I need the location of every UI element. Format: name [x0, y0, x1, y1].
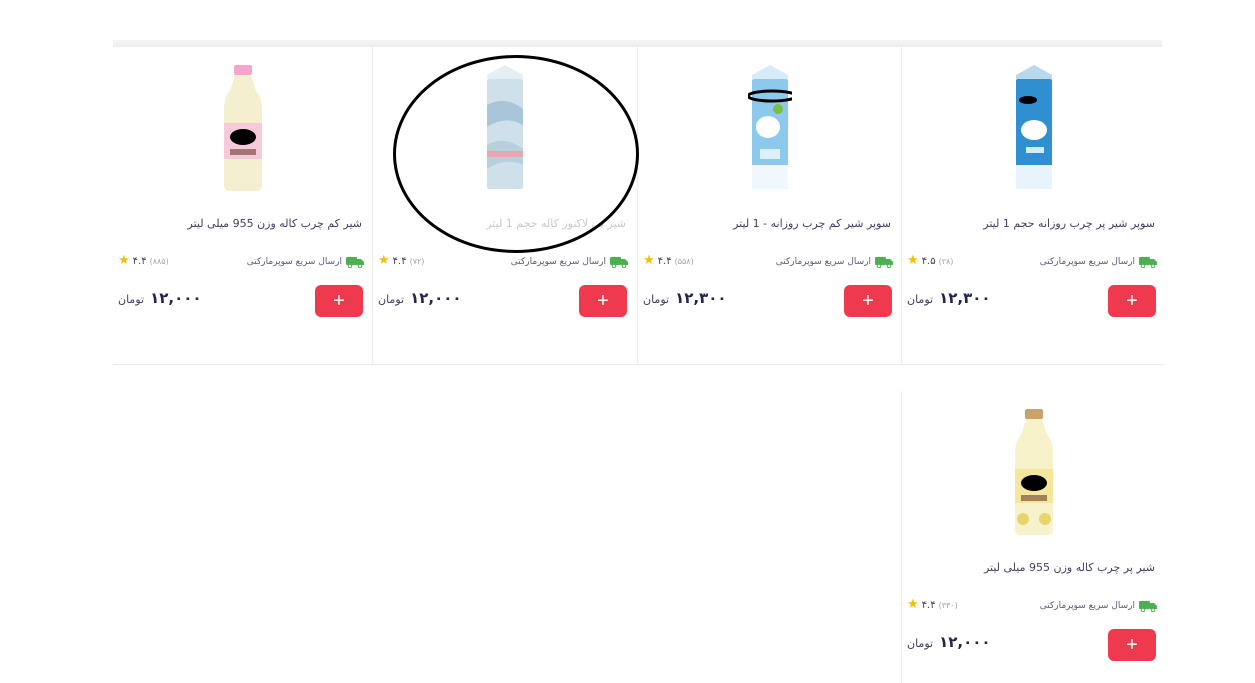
shipping-label: ارسال سریع سوپرمارکتی — [1039, 257, 1135, 267]
add-to-cart-button[interactable]: + — [579, 285, 627, 317]
shipping-info: ارسال سریع سوپرمارکتی — [1040, 256, 1157, 268]
product-rating: ★ ۴.۴ (۵۵۸) — [643, 253, 694, 268]
product-title[interactable]: سوپر شیر کم چرب روزانه - 1 لیتر — [648, 217, 891, 230]
product-image[interactable] — [902, 405, 1165, 540]
star-icon: ★ — [643, 253, 655, 268]
star-icon: ★ — [907, 253, 919, 268]
price-value: ۱۲,۰۰۰ — [150, 289, 202, 307]
price-currency: تومان — [907, 293, 934, 306]
rating-count: (۳۳۰) — [938, 600, 958, 610]
delivery-truck-icon — [346, 257, 364, 268]
delivery-truck-icon — [875, 257, 893, 268]
product-card[interactable]: سوپر شیر کم چرب روزانه - 1 لیتر ارسال سر… — [637, 47, 901, 365]
price-value: ۱۲,۳۰۰ — [675, 289, 727, 307]
price-value: ۱۲,۳۰۰ — [939, 289, 991, 307]
price-value: ۱۲,۰۰۰ — [410, 289, 462, 307]
rating-value: ۴.۴ — [132, 255, 147, 267]
product-title[interactable]: شیر کم چرب کاله وزن 955 میلی لیتر — [123, 217, 363, 230]
shipping-info: ارسال سریع سوپرمارکتی — [511, 256, 628, 268]
rating-count: (۸۸۵) — [149, 256, 169, 266]
product-rating: ★ ۴.۴ (۳۳۰) — [907, 597, 958, 612]
annotation-circle — [393, 55, 639, 253]
star-icon: ★ — [907, 597, 919, 612]
product-price: تومان ۱۲,۳۰۰ — [643, 289, 727, 307]
add-to-cart-button[interactable]: + — [315, 285, 363, 317]
rating-count: (۲۸) — [938, 256, 954, 266]
product-rating: ★ ۴.۴ (۸۸۵) — [118, 253, 169, 268]
shipping-label: ارسال سریع سوپرمارکتی — [246, 257, 342, 267]
star-icon: ★ — [118, 253, 130, 268]
shipping-label: ارسال سریع سوپرمارکتی — [510, 257, 606, 267]
delivery-truck-icon — [610, 257, 628, 268]
price-currency: تومان — [643, 293, 670, 306]
product-image[interactable] — [902, 61, 1165, 196]
rating-value: ۴.۴ — [657, 255, 672, 267]
price-currency: تومان — [907, 637, 934, 650]
shipping-info: ارسال سریع سوپرمارکتی — [776, 256, 893, 268]
product-price: تومان ۱۲,۰۰۰ — [378, 289, 462, 307]
rating-value: ۴.۴ — [392, 255, 407, 267]
product-image[interactable] — [113, 61, 372, 196]
shipping-info: ارسال سریع سوپرمارکتی — [247, 256, 364, 268]
row-divider — [113, 364, 901, 365]
product-title[interactable]: سوپر شیر پر چرب روزانه حجم 1 لیتر — [912, 217, 1155, 230]
product-rating: ★ ۴.۵ (۲۸) — [907, 253, 954, 268]
add-to-cart-button[interactable]: + — [1108, 285, 1156, 317]
delivery-truck-icon — [1139, 257, 1157, 268]
price-currency: تومان — [118, 293, 145, 306]
add-to-cart-button[interactable]: + — [844, 285, 892, 317]
product-price: تومان ۱۲,۰۰۰ — [907, 633, 991, 651]
rating-count: (۷۲) — [409, 256, 425, 266]
product-image[interactable] — [638, 61, 901, 196]
product-title[interactable]: شیر پر چرب کاله وزن 955 میلی لیتر — [912, 561, 1155, 574]
header-shadow — [113, 40, 1162, 47]
rating-value: ۴.۴ — [921, 599, 936, 611]
add-to-cart-button[interactable]: + — [1108, 629, 1156, 661]
product-card[interactable]: شیر کم چرب کاله وزن 955 میلی لیتر ارسال … — [113, 47, 372, 365]
product-card[interactable]: سوپر شیر پر چرب روزانه حجم 1 لیتر ارسال … — [901, 47, 1165, 365]
star-icon: ★ — [378, 253, 390, 268]
product-rating: ★ ۴.۴ (۷۲) — [378, 253, 425, 268]
price-value: ۱۲,۰۰۰ — [939, 633, 991, 651]
product-price: تومان ۱۲,۳۰۰ — [907, 289, 991, 307]
rating-count: (۵۵۸) — [674, 256, 694, 266]
product-card[interactable]: شیر پر چرب کاله وزن 955 میلی لیتر ارسال … — [901, 391, 1165, 683]
price-currency: تومان — [378, 293, 405, 306]
shipping-label: ارسال سریع سوپرمارکتی — [775, 257, 871, 267]
delivery-truck-icon — [1139, 601, 1157, 612]
shipping-info: ارسال سریع سوپرمارکتی — [1040, 600, 1157, 612]
shipping-label: ارسال سریع سوپرمارکتی — [1039, 601, 1135, 611]
product-price: تومان ۱۲,۰۰۰ — [118, 289, 202, 307]
rating-value: ۴.۵ — [921, 255, 936, 267]
